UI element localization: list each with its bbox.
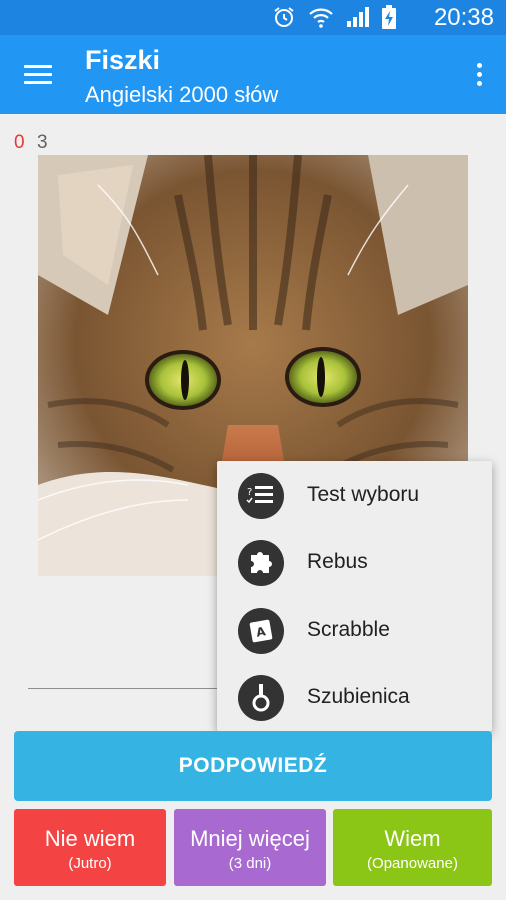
hangman-icon xyxy=(238,675,284,721)
wifi-icon xyxy=(309,8,333,28)
wrong-counter: 0 xyxy=(14,132,25,153)
menu-item-rebus[interactable]: Rebus xyxy=(217,528,492,595)
more-vert-icon[interactable] xyxy=(474,61,484,89)
choice-test-icon: ? xyxy=(238,473,284,519)
app-bar: Fiszki Angielski 2000 słów xyxy=(0,35,506,114)
more-or-less-button[interactable]: Mniej więcej (3 dni) xyxy=(174,809,326,886)
know-button[interactable]: Wiem (Opanowane) xyxy=(333,809,492,886)
scrabble-tile-icon: A xyxy=(238,608,284,654)
status-bar: 20:38 xyxy=(0,0,506,35)
puzzle-icon xyxy=(238,540,284,586)
status-icons xyxy=(272,5,396,29)
battery-charging-icon xyxy=(382,5,396,29)
alarm-icon xyxy=(274,7,294,27)
svg-text:?: ? xyxy=(247,487,252,498)
menu-item-label: Scrabble xyxy=(307,618,390,641)
game-mode-menu: ? Test wyboru Rebus A Scrabble Szubienic… xyxy=(217,461,492,731)
hamburger-menu-icon[interactable] xyxy=(24,63,52,85)
signal-icon xyxy=(347,7,369,27)
button-label: Mniej więcej xyxy=(190,826,310,851)
menu-item-label: Rebus xyxy=(307,550,368,573)
status-time: 20:38 xyxy=(433,4,494,31)
app-title: Fiszki xyxy=(85,45,161,75)
menu-item-scrabble[interactable]: A Scrabble xyxy=(217,596,492,663)
button-sublabel: (3 dni) xyxy=(228,855,272,872)
button-label: Nie wiem xyxy=(44,826,136,851)
button-sublabel: (Jutro) xyxy=(68,855,112,872)
dont-know-button[interactable]: Nie wiem (Jutro) xyxy=(14,809,166,886)
total-counter: 3 xyxy=(37,132,48,153)
menu-item-label: Test wyboru xyxy=(307,483,420,506)
button-sublabel: (Opanowane) xyxy=(367,855,458,872)
menu-item-szubienica[interactable]: Szubienica xyxy=(217,663,492,730)
button-label: Wiem xyxy=(384,826,441,851)
menu-item-test-wyboru[interactable]: ? Test wyboru xyxy=(217,461,492,528)
menu-item-label: Szubienica xyxy=(307,685,410,708)
app-subtitle: Angielski 2000 słów xyxy=(85,82,279,107)
hint-button[interactable]: PODPOWIEDŹ xyxy=(14,731,492,801)
